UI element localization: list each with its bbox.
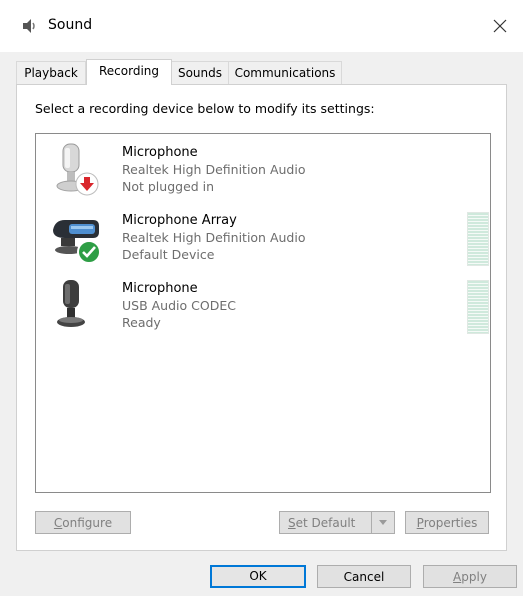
tab-communications[interactable]: Communications	[228, 61, 342, 84]
cancel-button[interactable]: Cancel	[317, 565, 411, 588]
device-driver: USB Audio CODEC	[122, 298, 236, 313]
device-item-microphone-array[interactable]: Microphone Array Realtek High Definition…	[37, 204, 489, 272]
level-meter	[467, 212, 489, 266]
set-default-dropdown[interactable]	[371, 512, 394, 533]
device-name: Microphone	[122, 145, 198, 160]
tab-recording[interactable]: Recording	[86, 59, 172, 85]
configure-button[interactable]: Configure	[35, 511, 131, 534]
device-name: Microphone	[122, 281, 198, 296]
green-check-icon	[77, 240, 101, 264]
speaker-icon	[23, 19, 35, 33]
device-status: Default Device	[122, 247, 215, 262]
instruction-text: Select a recording device below to modif…	[35, 101, 375, 116]
microphone-icon	[56, 143, 99, 196]
device-driver: Realtek High Definition Audio	[122, 162, 306, 177]
close-icon	[493, 19, 507, 33]
level-meter	[467, 280, 489, 334]
ok-button[interactable]: OK	[210, 565, 306, 588]
microphone-array-icon	[53, 220, 101, 264]
window-title: Sound	[48, 17, 93, 33]
chevron-down-icon	[379, 519, 387, 525]
properties-button[interactable]: Properties	[405, 511, 489, 534]
device-list[interactable]: Microphone Realtek High Definition Audio…	[35, 133, 491, 493]
recording-panel: Select a recording device below to modif…	[16, 84, 507, 551]
device-item-microphone-usb[interactable]: Microphone USB Audio CODEC Ready	[37, 272, 489, 340]
microphone-icon	[57, 280, 85, 327]
red-down-arrow-icon	[75, 172, 99, 196]
device-status: Not plugged in	[122, 179, 215, 194]
set-default-button[interactable]: Set Default	[279, 511, 395, 534]
apply-button[interactable]: Apply	[423, 565, 517, 588]
device-driver: Realtek High Definition Audio	[122, 230, 306, 245]
tab-playback[interactable]: Playback	[16, 61, 86, 84]
device-item-microphone-realtek[interactable]: Microphone Realtek High Definition Audio…	[37, 136, 489, 204]
device-name: Microphone Array	[122, 213, 237, 228]
title-bar: Sound	[0, 0, 523, 52]
device-status: Ready	[122, 315, 161, 330]
close-button[interactable]	[477, 0, 523, 52]
tab-sounds[interactable]: Sounds	[170, 61, 230, 84]
